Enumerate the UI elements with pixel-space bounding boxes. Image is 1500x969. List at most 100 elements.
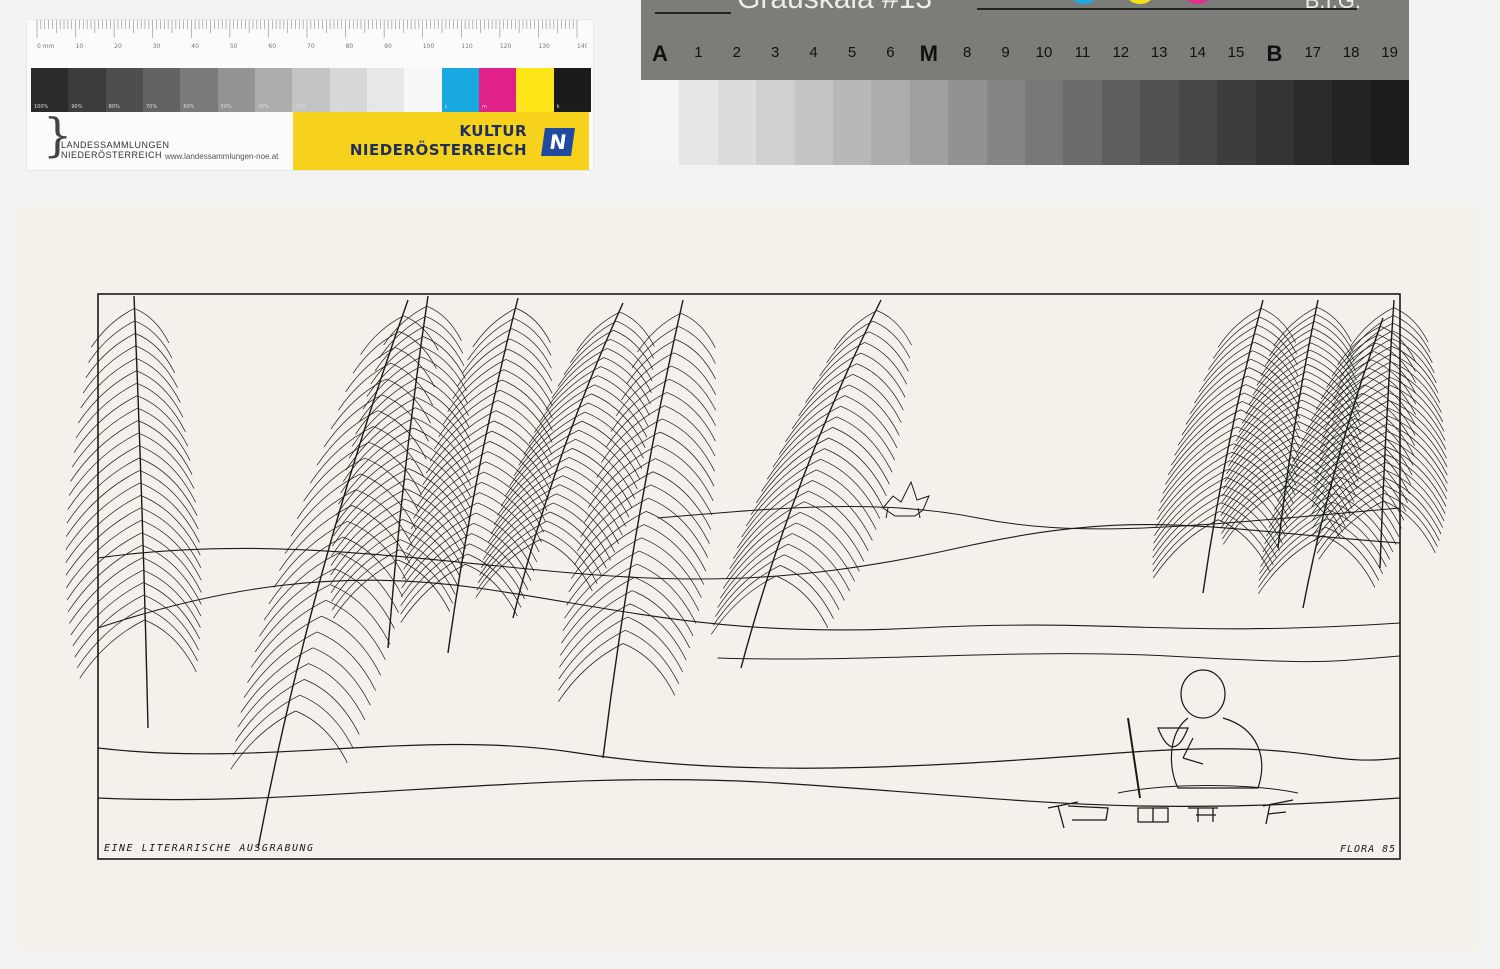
feather-barb [1384,469,1443,528]
feather-barb [331,539,401,602]
feather-barb [800,511,860,572]
feather-barb [70,420,139,482]
feather-barb [836,416,893,473]
scale-patch [641,80,680,165]
scale-patch [871,80,910,165]
feather-barb [487,451,548,512]
patch-label: 90% [71,104,83,110]
feather-barb [374,326,425,372]
hill-line [97,743,1401,769]
scale-patch [1140,80,1179,165]
feather-barb [317,631,376,691]
scale-label: 17 [1304,44,1322,61]
feather-barb [828,437,887,497]
feather-barb [69,557,143,624]
scale-label: 3 [771,44,780,61]
ruler-label: 20 [114,43,122,50]
drawing-frame [97,293,1401,860]
scale-label: 6 [886,44,895,61]
kultur-text: KULTUR NIEDERÖSTERREICH [349,122,527,159]
feather-barb [140,495,201,556]
hill-line [717,653,1401,663]
feather-barb [833,310,878,350]
drawing-caption: EINE LITERARISCHE AUSGRABUNG [104,843,315,854]
feather-barb [584,458,656,523]
feather-barb [141,544,202,605]
feather-barb [1316,306,1352,342]
ruler-label: 140 [577,43,587,50]
color-patch: 40% [254,68,293,112]
scale-patch [794,80,834,165]
feather-barb [712,565,781,626]
feather-barb [540,538,593,592]
feather-barb [65,507,142,576]
scale-patch [1101,80,1141,165]
feather-barb [710,575,777,635]
feather-barb [1387,415,1448,476]
feather-tree-shaft [740,299,882,669]
feather-barb [383,305,428,346]
org-name-line2: NIEDERÖSTERREICH [61,150,163,160]
feather-barb [666,392,716,442]
ruler-label: 30 [153,43,161,50]
patch-label: 60% [183,104,195,110]
scale-patch [1217,80,1256,165]
feather-barb [1386,438,1447,500]
feather-barb [543,529,598,584]
feather-barb [625,629,680,684]
feather-barb [142,557,202,617]
feather-barb [1337,326,1381,366]
feather-barb [1389,376,1445,432]
feather-barb [299,694,354,749]
gray-color-strip: 100% 90% 80% 70% 60% 50% 40% 30% 20% 10% c m y k [31,68,591,112]
feather-barb [312,647,371,706]
scale-patch [1063,80,1102,165]
patch-label: 70% [145,104,158,110]
feather-barb [329,584,391,645]
feather-barb [309,426,374,484]
feather-barb [355,489,414,547]
feather-barb [511,328,552,369]
feather-barb [627,616,683,673]
feather-barb [1152,519,1219,579]
feather-barb [645,511,707,572]
color-patch: 100% [31,68,69,112]
scale-patch [717,80,757,165]
patch-label: 30% [295,104,307,110]
feather-barb [402,519,461,578]
artwork-sheet: EINE LITERARISCHE AUSGRABUNG FLORA 85 [18,208,1478,950]
patch-label: 40% [257,104,270,110]
color-patch: k [553,68,591,112]
feather-barb [360,315,404,355]
feather-barb [549,511,607,569]
feather-barb [491,430,550,490]
patch-label: 20% [332,104,344,110]
feather-barb [513,318,552,356]
feather-barb [134,308,170,344]
scale-patch [679,80,718,165]
scale-labels: A 1 2 3 4 5 6 M 8 9 10 11 12 13 14 15 B 17 18 19 [641,41,1409,74]
feather-barb [303,441,370,502]
title-rule-right [977,8,1357,10]
feather-barb [675,339,716,380]
gray-scale-card: Grauskala #13 B.I.G. A123456M89101112131… [641,0,1410,165]
feather-barb [136,382,186,432]
ruler-label: 70 [307,43,315,50]
color-patch: 20% [329,68,367,112]
patch-label: k [556,104,560,110]
feather-barb [641,537,702,598]
feather-barb [1380,326,1416,362]
feather-barb [576,311,620,352]
feather-barb [662,418,715,472]
scale-label: B [1266,41,1283,66]
patch-label: 80% [108,104,120,110]
feather-barb [65,470,140,537]
feather-barb [67,445,140,510]
magenta-dot-icon [1183,0,1213,4]
feather-barb [82,345,136,394]
feather-barb [426,305,462,341]
feather-barb [792,533,851,592]
feather-barb [558,629,626,691]
scale-patch [1178,80,1218,165]
ruler-label: 10 [76,43,84,50]
